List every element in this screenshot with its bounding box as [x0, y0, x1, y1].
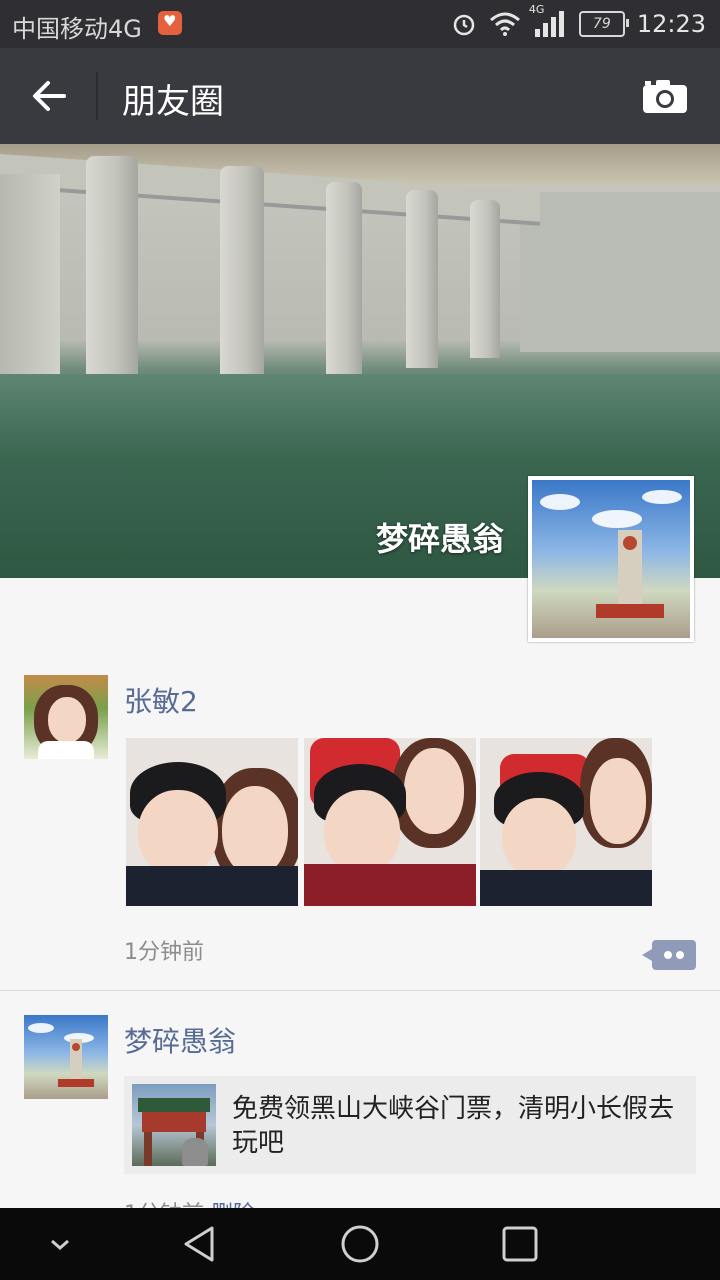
post-divider: [0, 990, 720, 991]
signal-icon: 4G: [529, 3, 567, 39]
back-triangle-icon[interactable]: [180, 1224, 220, 1264]
gate-beam: [142, 1112, 206, 1132]
page-title: 朋友圈: [122, 82, 224, 122]
comment-dot: [664, 951, 672, 959]
stone-lion: [182, 1138, 208, 1166]
system-nav-bar: [0, 1208, 720, 1280]
cloud: [642, 490, 682, 504]
dam-pier: [470, 200, 500, 358]
gate-post: [144, 1132, 152, 1166]
recents-square-icon[interactable]: [500, 1224, 540, 1264]
dam-wall: [520, 192, 720, 352]
link-thumbnail: [132, 1084, 216, 1166]
owner-avatar[interactable]: [528, 476, 694, 642]
dam-pier: [220, 166, 264, 398]
cloud: [592, 510, 642, 528]
monument-base: [596, 604, 664, 618]
cover-owner-name[interactable]: 梦碎愚翁: [376, 514, 504, 560]
collapse-icon[interactable]: [40, 1224, 80, 1264]
link-title: 免费领黑山大峡谷门票，清明小长假去玩吧: [232, 1094, 675, 1158]
post-photo[interactable]: [304, 738, 476, 906]
post-author[interactable]: 梦碎愚翁: [124, 1020, 236, 1060]
notification-app-icon: [158, 11, 182, 35]
dam-pier: [326, 182, 362, 382]
battery-level: 79: [592, 16, 611, 32]
post-author[interactable]: 张敏2: [124, 680, 198, 720]
avatar[interactable]: [24, 1015, 108, 1099]
avatar-face: [48, 697, 86, 743]
gate-roof: [138, 1098, 210, 1112]
monument-emblem: [623, 536, 637, 550]
post-photo[interactable]: [480, 738, 652, 906]
status-bar: 中国移动4G 4G 79 12:23: [0, 0, 720, 48]
arrow-left-icon[interactable]: [30, 78, 70, 114]
home-circle-icon[interactable]: [340, 1224, 380, 1264]
title-divider: [96, 72, 98, 120]
comment-button[interactable]: [642, 940, 696, 970]
clock: 12:23: [636, 10, 706, 38]
camera-icon[interactable]: [642, 78, 688, 114]
avatar[interactable]: [24, 675, 108, 759]
post-time: 1分钟前: [124, 940, 204, 965]
comment-dot: [676, 951, 684, 959]
wifi-icon: [489, 12, 520, 36]
carrier-label: 中国移动4G: [12, 15, 142, 43]
battery-icon: 79: [578, 11, 629, 37]
avatar-shirt: [38, 741, 94, 759]
shared-link-card[interactable]: 免费领黑山大峡谷门票，清明小长假去玩吧: [124, 1076, 696, 1174]
dam-pier: [406, 190, 438, 368]
title-bar: 朋友圈: [0, 48, 720, 144]
status-icons: 4G 79 12:23: [451, 3, 706, 40]
post-photo[interactable]: [126, 738, 298, 906]
alarm-icon: [453, 14, 475, 36]
cloud: [540, 494, 580, 510]
